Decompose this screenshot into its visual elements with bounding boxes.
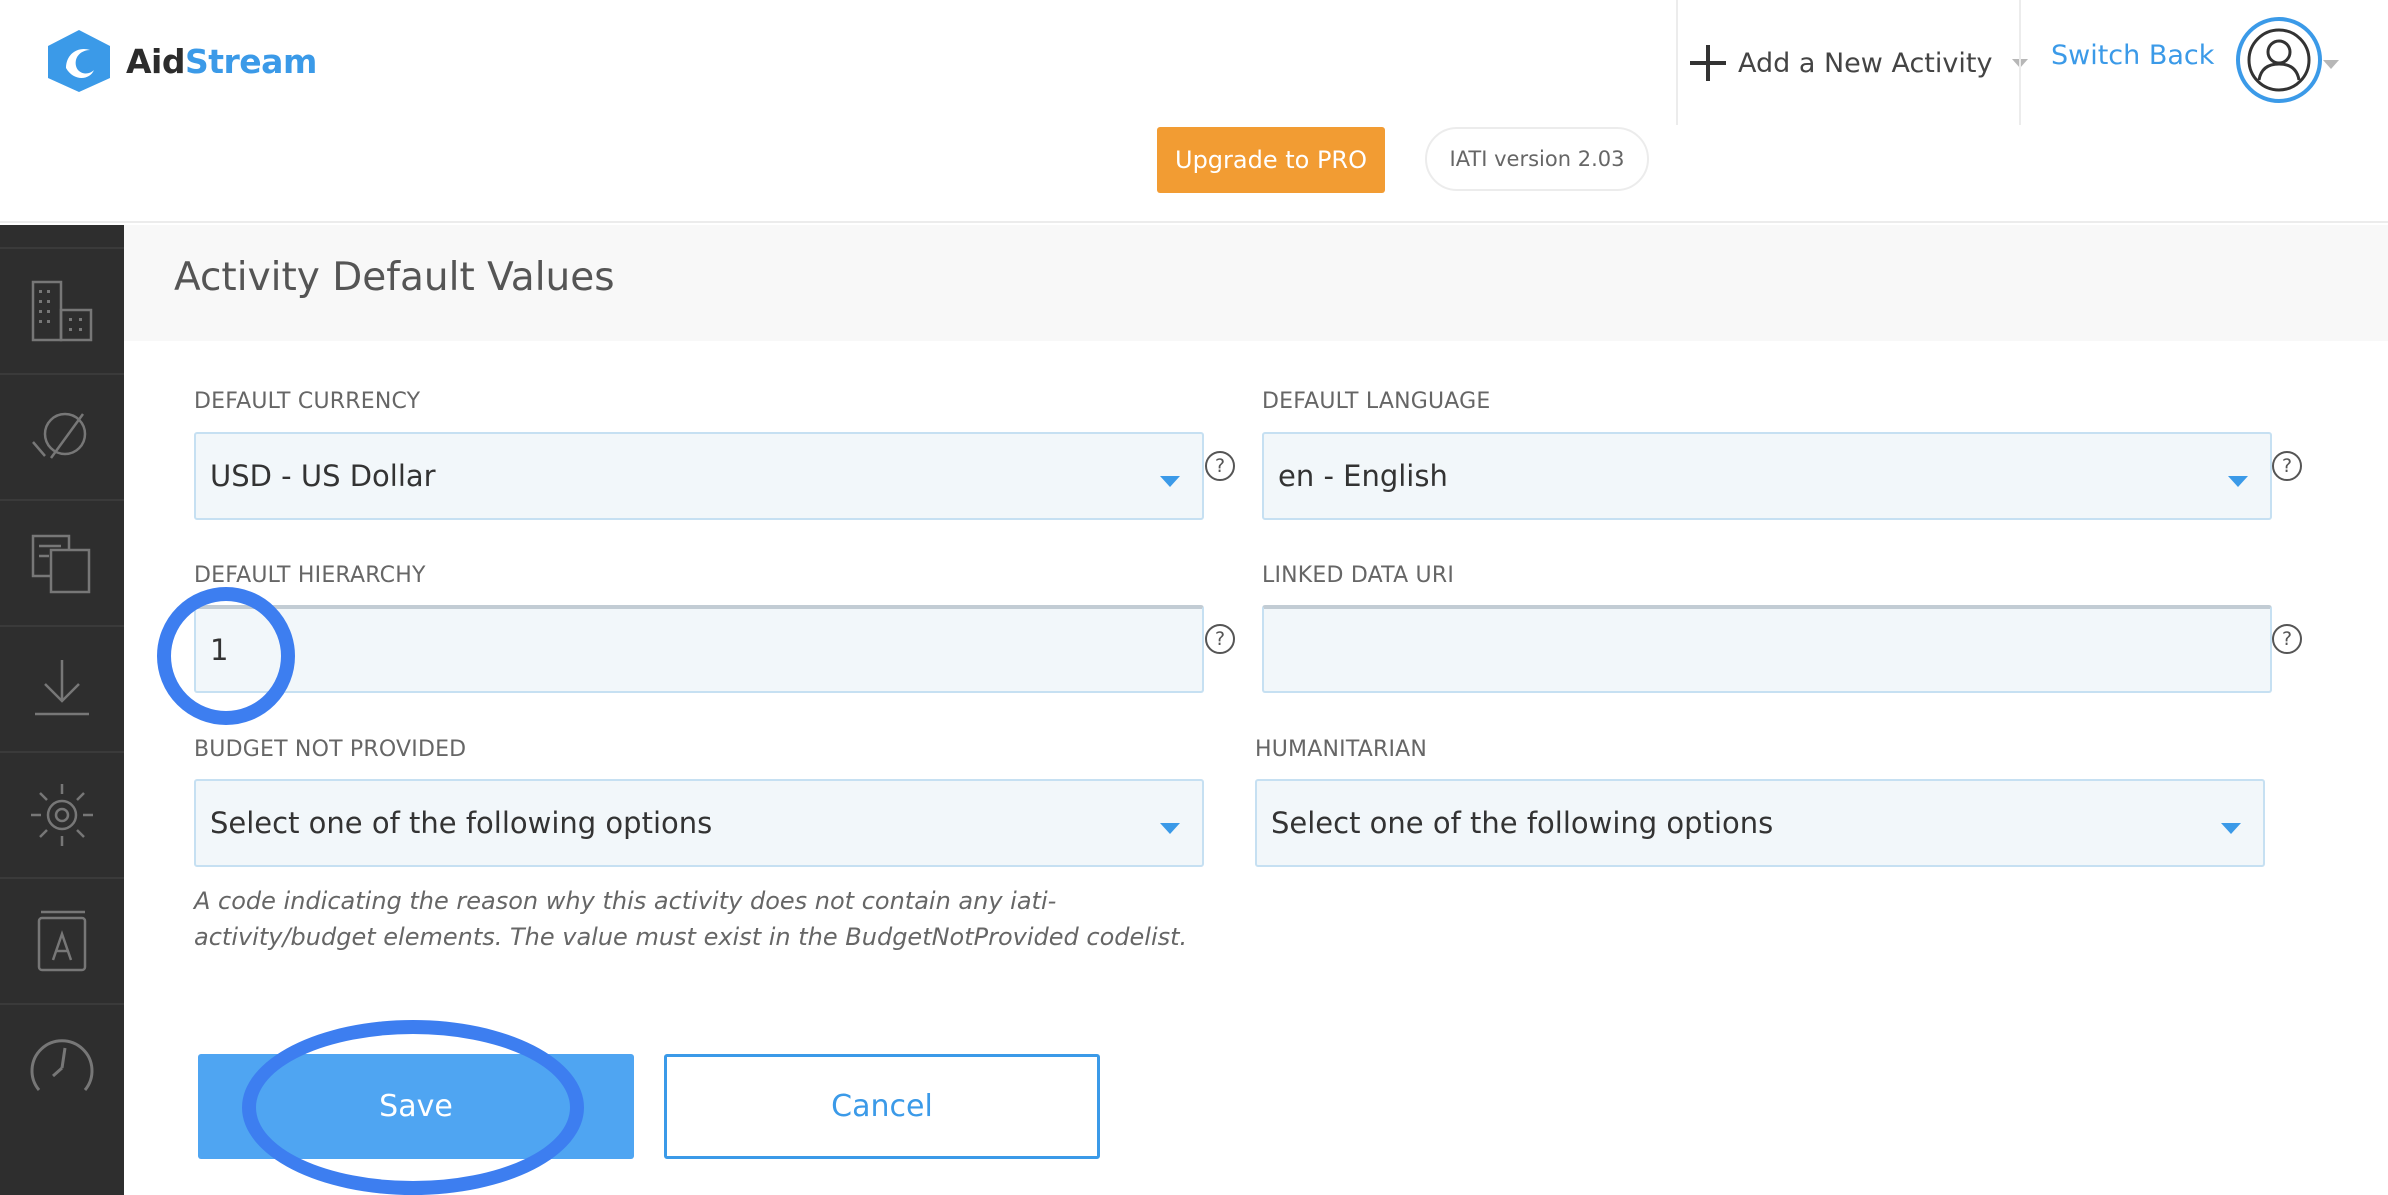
default-currency-select[interactable]: USD - US Dollar — [194, 432, 1204, 520]
chevron-down-icon — [1160, 476, 1180, 487]
help-text-line: activity/budget elements. The value must… — [194, 923, 1188, 951]
default-hierarchy-input[interactable]: 1 — [194, 605, 1204, 693]
settings-gear-icon — [31, 784, 93, 846]
user-avatar[interactable] — [2236, 17, 2322, 103]
add-new-activity-label: Add a New Activity — [1738, 47, 1993, 79]
aidstream-logo-icon — [48, 30, 110, 92]
logo-text-aid: Aid — [126, 41, 185, 81]
chevron-down-icon[interactable] — [2323, 60, 2339, 69]
logo-text-stream: Stream — [184, 41, 317, 81]
help-text-line: A code indicating the reason why this ac… — [194, 887, 1057, 915]
sidebar-item-organization[interactable] — [0, 247, 124, 373]
header-divider — [2019, 0, 2021, 125]
page-title: Activity Default Values — [174, 255, 615, 300]
cancel-button[interactable]: Cancel — [664, 1054, 1100, 1159]
default-language-label: DEFAULT LANGUAGE — [1262, 389, 1491, 414]
user-avatar-icon — [2247, 28, 2311, 92]
user-guide-book-icon — [37, 910, 87, 972]
organization-building-icon — [31, 280, 93, 342]
chevron-down-icon — [2228, 476, 2248, 487]
page-title-bar: Activity Default Values — [124, 225, 2388, 341]
iati-version-badge: IATI version 2.03 — [1425, 127, 1649, 191]
default-language-value: en - English — [1278, 459, 1448, 493]
help-icon[interactable]: ? — [2272, 451, 2302, 481]
documents-icon — [31, 534, 91, 594]
help-icon[interactable]: ? — [1205, 624, 1235, 654]
budget-not-provided-label: BUDGET NOT PROVIDED — [194, 737, 467, 762]
clock-icon — [30, 1039, 94, 1091]
sidebar-item-activities[interactable] — [0, 373, 124, 499]
plus-icon — [1690, 45, 1726, 81]
humanitarian-value: Select one of the following options — [1271, 806, 1774, 840]
help-icon[interactable]: ? — [2272, 624, 2302, 654]
upgrade-to-pro-button[interactable]: Upgrade to PRO — [1157, 127, 1385, 193]
default-currency-label: DEFAULT CURRENCY — [194, 389, 421, 414]
chevron-down-icon — [1160, 823, 1180, 834]
linked-data-uri-label: LINKED DATA URI — [1262, 563, 1455, 588]
header-divider — [1676, 0, 1678, 125]
sidebar-item-user-guide[interactable] — [0, 877, 124, 1003]
humanitarian-label: HUMANITARIAN — [1255, 737, 1428, 762]
aidstream-logo[interactable]: AidStream — [44, 28, 317, 94]
budget-not-provided-help-text: A code indicating the reason why this ac… — [194, 883, 1194, 955]
default-currency-value: USD - US Dollar — [210, 459, 436, 493]
default-language-select[interactable]: en - English — [1262, 432, 2272, 520]
top-header: AidStream Add a New Activity Switch Back… — [0, 0, 2388, 223]
help-icon[interactable]: ? — [1205, 451, 1235, 481]
activities-icon — [32, 412, 87, 459]
sidebar-item-download[interactable] — [0, 625, 124, 751]
default-hierarchy-label: DEFAULT HIERARCHY — [194, 563, 426, 588]
sidebar-item-settings[interactable] — [0, 751, 124, 877]
budget-not-provided-value: Select one of the following options — [210, 806, 713, 840]
sidebar-item-history[interactable] — [0, 1003, 124, 1129]
chevron-down-icon — [2221, 823, 2241, 834]
default-hierarchy-value: 1 — [210, 633, 229, 667]
humanitarian-select[interactable]: Select one of the following options — [1255, 779, 2265, 867]
switch-back-link[interactable]: Switch Back — [2051, 40, 2214, 71]
linked-data-uri-input[interactable] — [1262, 605, 2272, 693]
download-icon — [35, 660, 89, 716]
budget-not-provided-select[interactable]: Select one of the following options — [194, 779, 1204, 867]
add-new-activity-button[interactable]: Add a New Activity — [1690, 38, 2029, 88]
save-button[interactable]: Save — [198, 1054, 634, 1159]
sidebar — [0, 225, 124, 1195]
sidebar-item-documents[interactable] — [0, 499, 124, 625]
